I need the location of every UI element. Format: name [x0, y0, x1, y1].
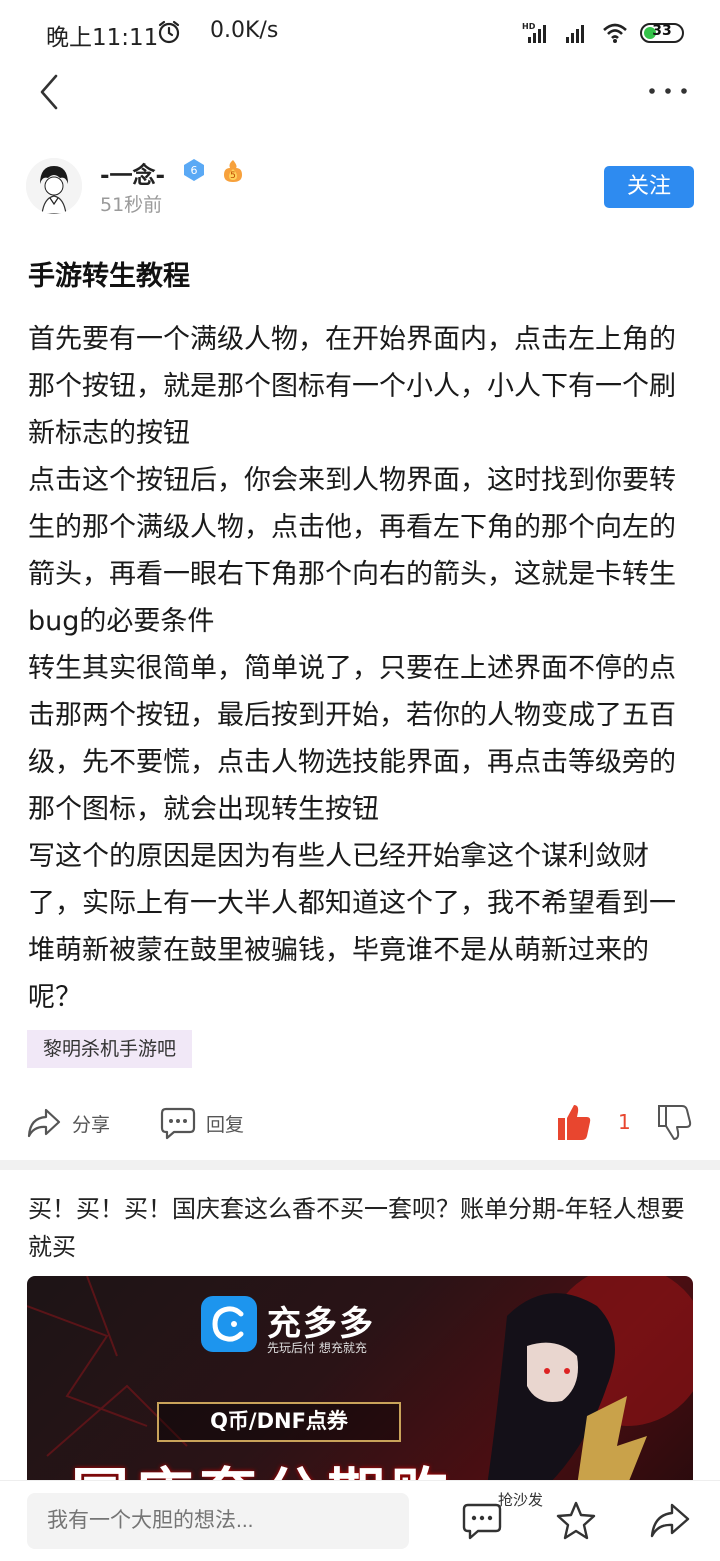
status-icons: HD 33: [522, 20, 684, 46]
wifi-icon: [603, 23, 627, 43]
author-row: -一念- 6 5 51秒前 关注: [26, 154, 694, 218]
post-title: 手游转生教程: [28, 261, 190, 292]
ad-title[interactable]: 买！买！买！国庆套这么香不买一套呗？账单分期-年轻人想要就买: [28, 1190, 688, 1266]
comment-icon[interactable]: [460, 1499, 504, 1543]
post-time: 51秒前: [100, 194, 163, 216]
fire-badge-icon: 5: [224, 160, 242, 182]
signal-icon: [566, 25, 584, 43]
follow-button[interactable]: 关注: [604, 166, 694, 208]
status-bar: 晚上11:11 0.0K/s HD 33: [0, 0, 720, 64]
ad-brand: 充多多: [267, 1304, 375, 1344]
post-paragraph: 首先要有一个满级人物，在开始界面内，点击左上角的那个按钮，就是那个图标有一个小人…: [28, 324, 676, 449]
share-icon: [27, 1108, 61, 1138]
share-label: 分享: [72, 1113, 111, 1136]
bottom-bar: 抢沙发: [0, 1480, 720, 1561]
more-icon[interactable]: [646, 76, 690, 106]
share-button[interactable]: 分享: [26, 1098, 110, 1148]
comment-input[interactable]: [27, 1493, 409, 1549]
forum-tag[interactable]: 黎明杀机手游吧: [27, 1030, 193, 1068]
svg-text:HD: HD: [522, 22, 536, 31]
star-icon[interactable]: [554, 1499, 598, 1543]
ad-pill: Q币/DNF点券: [157, 1402, 401, 1442]
avatar[interactable]: [26, 158, 82, 214]
share-icon[interactable]: [648, 1499, 692, 1543]
hd-signal-icon: HD: [522, 22, 546, 43]
svg-text:5: 5: [230, 171, 236, 181]
battery-icon: 33: [640, 23, 684, 43]
section-divider: [0, 1160, 720, 1170]
ad-slogan: 先玩后付 想充就充: [267, 1341, 367, 1355]
battery-level: 33: [652, 23, 672, 39]
sofa-label: 抢沙发: [498, 1491, 544, 1509]
back-arrow-icon[interactable]: [30, 70, 70, 114]
alarm-icon: [158, 20, 180, 44]
thumbs-down-icon[interactable]: [656, 1102, 692, 1142]
avatar-figure-icon: [26, 158, 82, 214]
ad-banner[interactable]: 充多多 先玩后付 想充就充 Q币/DNF点券 国庆套分期购: [27, 1276, 693, 1486]
post-body: 首先要有一个满级人物，在开始界面内，点击左上角的那个按钮，就是那个图标有一个小人…: [28, 316, 694, 1021]
post-paragraph: 点击这个按钮后，你会来到人物界面，这时找到你要转生的那个满级人物，点击他，再看左…: [28, 465, 676, 637]
network-speed: 0.0K/s: [210, 18, 279, 43]
comment-icon: [160, 1107, 196, 1140]
post-paragraph: 转生其实很简单，简单说了，只要在上述界面不停的点击那两个按钮，最后按到开始，若你…: [28, 653, 676, 825]
post-paragraph: 写这个的原因是因为有些人已经开始拿这个谋利敛财了，实际上有一大半人都知道这个了，…: [28, 841, 676, 1013]
status-time: 晚上11:11: [46, 25, 159, 51]
reply-label: 回复: [206, 1113, 245, 1136]
thumbs-up-icon[interactable]: [556, 1102, 592, 1142]
level-badge-icon: 6: [184, 159, 204, 181]
post-actions: 分享 回复 1: [0, 1098, 720, 1148]
like-count: 1: [618, 1110, 631, 1134]
top-nav-bar: [0, 64, 720, 120]
author-name[interactable]: -一念-: [100, 156, 165, 190]
reply-button[interactable]: 回复: [160, 1098, 244, 1148]
svg-text:6: 6: [191, 164, 198, 177]
ad-logo-icon: [201, 1296, 257, 1352]
